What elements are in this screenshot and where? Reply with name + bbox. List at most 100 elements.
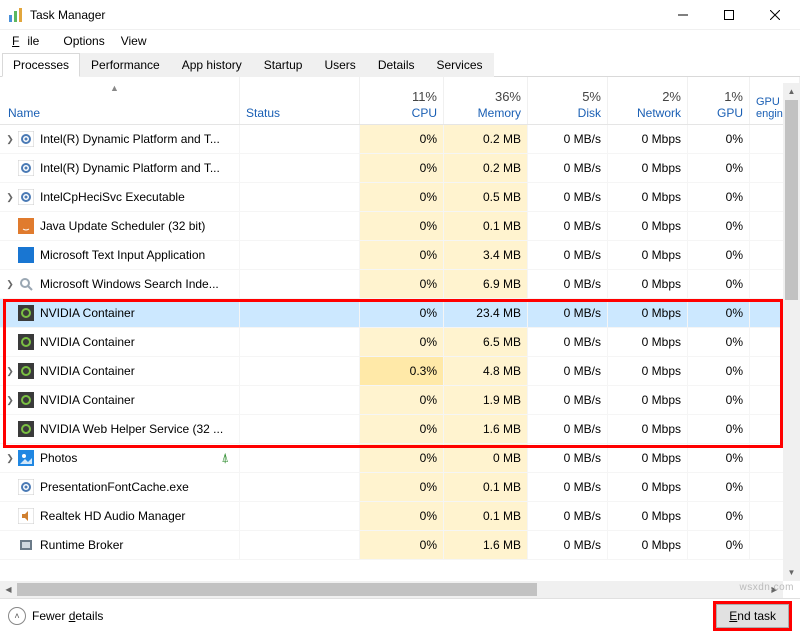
- expand-chevron-icon[interactable]: ❯: [4, 395, 16, 406]
- cpu-cell: 0%: [360, 386, 444, 414]
- scroll-thumb[interactable]: [785, 100, 798, 300]
- process-name-cell: ❯NVIDIA Container: [0, 299, 240, 327]
- process-name: Runtime Broker: [40, 538, 123, 552]
- process-name: Microsoft Text Input Application: [40, 248, 205, 262]
- minimize-button[interactable]: [660, 0, 706, 30]
- process-row[interactable]: ❯Microsoft Text Input Application0%3.4 M…: [0, 241, 800, 270]
- process-row[interactable]: ❯Microsoft Windows Search Inde...0%6.9 M…: [0, 270, 800, 299]
- process-row[interactable]: ❯NVIDIA Web Helper Service (32 ...0%1.6 …: [0, 415, 800, 444]
- process-name: Microsoft Windows Search Inde...: [40, 277, 219, 291]
- status-cell: [240, 270, 360, 298]
- disk-cell: 0 MB/s: [528, 357, 608, 385]
- process-name: PresentationFontCache.exe: [40, 480, 189, 494]
- process-row[interactable]: ❯Realtek HD Audio Manager0%0.1 MB0 MB/s0…: [0, 502, 800, 531]
- tab-startup[interactable]: Startup: [253, 53, 314, 77]
- close-button[interactable]: [752, 0, 798, 30]
- tab-performance[interactable]: Performance: [80, 53, 171, 77]
- process-icon: [18, 131, 34, 147]
- process-row[interactable]: ❯NVIDIA Container0%23.4 MB0 MB/s0 Mbps0%: [0, 299, 800, 328]
- process-name: Photos: [40, 451, 77, 465]
- process-row[interactable]: ❯NVIDIA Container0%1.9 MB0 MB/s0 Mbps0%: [0, 386, 800, 415]
- col-disk[interactable]: 5%Disk: [528, 77, 608, 124]
- tab-processes[interactable]: Processes: [2, 53, 80, 77]
- status-cell: [240, 357, 360, 385]
- gpu-cell: 0%: [688, 502, 750, 530]
- expand-chevron-icon[interactable]: ❯: [4, 366, 16, 377]
- memory-cell: 4.8 MB: [444, 357, 528, 385]
- process-icon: [18, 334, 34, 350]
- memory-cell: 0.2 MB: [444, 154, 528, 182]
- memory-cell: 0.2 MB: [444, 125, 528, 153]
- process-name-cell: ❯IntelCpHeciSvc Executable: [0, 183, 240, 211]
- process-row[interactable]: ❯NVIDIA Container0.3%4.8 MB0 MB/s0 Mbps0…: [0, 357, 800, 386]
- maximize-button[interactable]: [706, 0, 752, 30]
- tab-details[interactable]: Details: [367, 53, 426, 77]
- network-cell: 0 Mbps: [608, 444, 688, 472]
- process-row[interactable]: ❯IntelCpHeciSvc Executable0%0.5 MB0 MB/s…: [0, 183, 800, 212]
- disk-cell: 0 MB/s: [528, 328, 608, 356]
- process-row[interactable]: ❯Photos⍋0%0 MB0 MB/s0 Mbps0%: [0, 444, 800, 473]
- disk-cell: 0 MB/s: [528, 299, 608, 327]
- col-status[interactable]: Status: [240, 77, 360, 124]
- process-name-cell: ❯ Microsoft Windows Search Inde...: [0, 270, 240, 298]
- status-cell: [240, 328, 360, 356]
- end-task-button[interactable]: End task: [716, 604, 789, 628]
- disk-cell: 0 MB/s: [528, 386, 608, 414]
- process-row[interactable]: ❯Runtime Broker0%1.6 MB0 MB/s0 Mbps0%: [0, 531, 800, 560]
- status-cell: [240, 386, 360, 414]
- col-cpu[interactable]: 11%CPU: [360, 77, 444, 124]
- process-row[interactable]: ❯PresentationFontCache.exe0%0.1 MB0 MB/s…: [0, 473, 800, 502]
- menu-options[interactable]: Options: [55, 32, 112, 50]
- process-icon: [18, 160, 34, 176]
- window-title: Task Manager: [30, 8, 660, 22]
- menu-file[interactable]: File: [4, 32, 55, 50]
- hscroll-thumb[interactable]: [17, 583, 537, 596]
- network-cell: 0 Mbps: [608, 125, 688, 153]
- status-cell: [240, 241, 360, 269]
- process-row[interactable]: ❯Intel(R) Dynamic Platform and T...0%0.2…: [0, 154, 800, 183]
- process-row[interactable]: ❯Intel(R) Dynamic Platform and T...0%0.2…: [0, 125, 800, 154]
- process-name-cell: ❯ NVIDIA Container: [0, 357, 240, 385]
- col-network[interactable]: 2%Network: [608, 77, 688, 124]
- scroll-down-icon[interactable]: ▼: [783, 564, 800, 581]
- tab-users[interactable]: Users: [313, 53, 366, 77]
- col-memory[interactable]: 36%Memory: [444, 77, 528, 124]
- tab-app-history[interactable]: App history: [171, 53, 253, 77]
- expand-chevron-icon[interactable]: ❯: [4, 134, 16, 145]
- disk-cell: 0 MB/s: [528, 444, 608, 472]
- menu-view[interactable]: View: [113, 32, 155, 50]
- process-name: NVIDIA Container: [40, 364, 135, 378]
- network-cell: 0 Mbps: [608, 386, 688, 414]
- network-cell: 0 Mbps: [608, 502, 688, 530]
- cpu-cell: 0%: [360, 212, 444, 240]
- network-cell: 0 Mbps: [608, 299, 688, 327]
- vertical-scrollbar[interactable]: ▲ ▼: [783, 83, 800, 581]
- expand-chevron-icon[interactable]: ❯: [4, 453, 16, 464]
- horizontal-scrollbar[interactable]: ◀ ▶: [0, 581, 783, 598]
- scroll-up-icon[interactable]: ▲: [783, 83, 800, 100]
- network-cell: 0 Mbps: [608, 241, 688, 269]
- col-gpu[interactable]: 1%GPU: [688, 77, 750, 124]
- col-name[interactable]: Name: [0, 77, 240, 124]
- tab-services[interactable]: Services: [426, 53, 494, 77]
- gpu-cell: 0%: [688, 241, 750, 269]
- status-cell: [240, 531, 360, 559]
- cpu-cell: 0%: [360, 125, 444, 153]
- process-row[interactable]: ❯NVIDIA Container0%6.5 MB0 MB/s0 Mbps0%: [0, 328, 800, 357]
- expand-chevron-icon[interactable]: ❯: [4, 192, 16, 203]
- process-row[interactable]: ❯Java Update Scheduler (32 bit)0%0.1 MB0…: [0, 212, 800, 241]
- process-icon: [18, 218, 34, 234]
- process-icon: [18, 305, 34, 321]
- fewer-details-button[interactable]: ˄ Fewer details: [8, 607, 103, 625]
- process-name: NVIDIA Web Helper Service (32 ...: [40, 422, 223, 436]
- memory-cell: 0.1 MB: [444, 473, 528, 501]
- cpu-cell: 0%: [360, 183, 444, 211]
- process-icon: [18, 276, 34, 292]
- process-name: NVIDIA Container: [40, 306, 135, 320]
- network-cell: 0 Mbps: [608, 183, 688, 211]
- memory-cell: 0.1 MB: [444, 502, 528, 530]
- cpu-cell: 0%: [360, 270, 444, 298]
- sort-indicator-icon: ▲: [110, 83, 119, 93]
- scroll-left-icon[interactable]: ◀: [0, 581, 17, 598]
- expand-chevron-icon[interactable]: ❯: [4, 279, 16, 290]
